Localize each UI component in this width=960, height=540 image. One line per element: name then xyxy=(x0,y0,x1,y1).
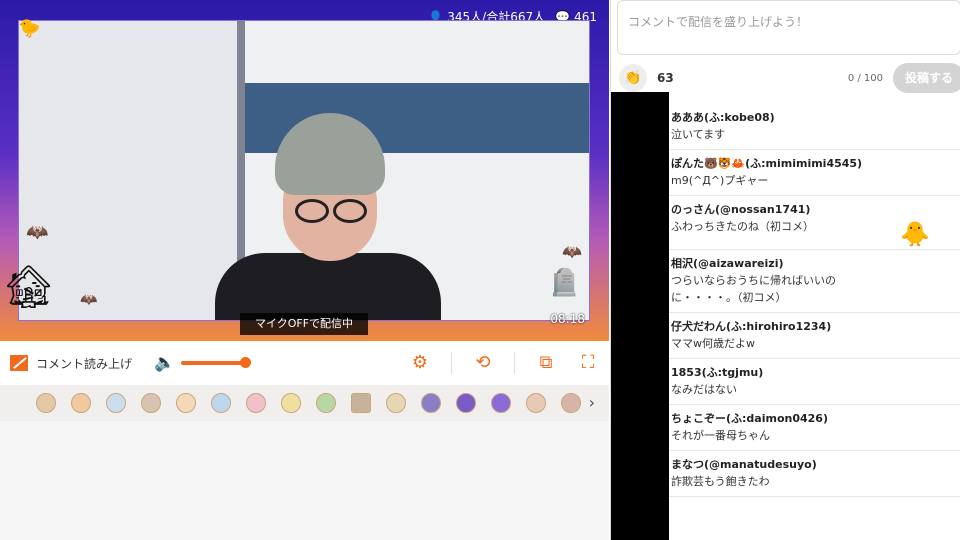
player-controls: コメント読み上げ 🔈 ⚙ ⟲ ⧉ ⛶ xyxy=(0,341,609,385)
comment-list: あああ(ふ:kobe08) 泣いてます ぽんた🐻🐯🦀(ふ:mimimimi454… xyxy=(669,104,960,497)
gift-item[interactable] xyxy=(211,393,231,413)
clap-icon[interactable]: 👏 xyxy=(619,64,647,92)
comment-text: それが一番母ちゃん xyxy=(671,429,770,442)
gift-item[interactable] xyxy=(526,393,546,413)
post-row: 👏 63 0 / 100 投稿する xyxy=(611,60,960,96)
gift-item[interactable] xyxy=(386,393,406,413)
clap-count: 63 xyxy=(657,71,674,85)
read-aloud-label: コメント読み上げ xyxy=(36,356,133,371)
gift-item[interactable] xyxy=(36,393,56,413)
comment-item: あああ(ふ:kobe08) 泣いてます xyxy=(669,104,960,150)
comment-item: ちょこぞー(ふ:daimon0426) それが一番母ちゃん xyxy=(669,405,960,451)
read-aloud-off-icon xyxy=(10,355,28,371)
comment-input[interactable]: コメントで配信を盛り上げよう！ xyxy=(617,0,960,55)
video-area[interactable] xyxy=(18,20,590,321)
comment-author[interactable]: ちょこぞー(ふ:daimon0426) xyxy=(671,411,960,427)
comment-author[interactable]: のっさん(@nossan1741) xyxy=(671,202,960,218)
gift-item[interactable] xyxy=(561,393,581,413)
gift-item[interactable] xyxy=(421,393,441,413)
bat-icon: 🦇 xyxy=(80,292,98,308)
streamer-image xyxy=(215,113,441,320)
read-aloud-toggle[interactable]: コメント読み上げ xyxy=(10,355,132,372)
comment-text: ママw何歳だよw xyxy=(671,337,755,350)
comment-text: m9(^Д^)プギャー xyxy=(671,174,769,187)
stream-player-frame: 👤 345人/合計667人 💬 461 🐤 🦇 🏚 🦇 🦇 🪦 マイクOFFで配… xyxy=(0,0,609,341)
below-player-area xyxy=(0,421,609,540)
fullscreen-icon[interactable]: ⛶ xyxy=(577,352,599,374)
haunted-house-icon: 🏚 xyxy=(2,262,56,311)
settings-icon[interactable]: ⚙ xyxy=(409,352,431,374)
comment-item: 1853(ふ:tgjmu) なみだはない xyxy=(669,359,960,405)
comment-text: 詐欺芸もう飽きたわ xyxy=(671,475,770,488)
volume-slider[interactable] xyxy=(181,357,252,368)
gift-stamp-row: › xyxy=(0,385,609,421)
gift-item[interactable] xyxy=(351,393,371,413)
gift-item[interactable] xyxy=(316,393,336,413)
gift-item[interactable] xyxy=(106,393,126,413)
comment-text: 泣いてます xyxy=(671,128,726,141)
gift-item[interactable] xyxy=(491,393,511,413)
gift-item[interactable] xyxy=(281,393,301,413)
comment-text: つらいならおうちに帰ればいいのに・・・・。（初コメ） xyxy=(671,274,836,304)
gift-item[interactable] xyxy=(246,393,266,413)
comment-author[interactable]: あああ(ふ:kobe08) xyxy=(671,110,960,126)
comment-author[interactable]: ぽんた🐻🐯🦀(ふ:mimimimi4545) xyxy=(671,156,960,172)
rotate-icon[interactable]: ⟲ xyxy=(472,352,494,374)
popout-icon[interactable]: ⧉ xyxy=(535,352,557,374)
video-time: 08:18 xyxy=(550,312,585,326)
comment-panel: コメントで配信を盛り上げよう！ 👏 63 0 / 100 投稿する あああ(ふ:… xyxy=(610,0,960,540)
bat-icon: 🦇 xyxy=(562,242,582,261)
comment-item: ぽんた🐻🐯🦀(ふ:mimimimi4545) m9(^Д^)プギャー xyxy=(669,150,960,196)
chick-icon: 🐤 xyxy=(18,18,41,39)
comment-item: 仔犬だわん(ふ:hirohiro1234) ママw何歳だよw xyxy=(669,313,960,359)
comment-author[interactable]: 相沢(@aizawareizi) xyxy=(671,256,960,272)
comment-item: 相沢(@aizawareizi) つらいならおうちに帰ればいいのに・・・・。（初… xyxy=(669,250,960,313)
gravestone-icon: 🪦 xyxy=(548,268,581,298)
comment-input-placeholder: コメントで配信を盛り上げよう！ xyxy=(628,15,809,29)
gift-item[interactable] xyxy=(176,393,196,413)
chevron-right-icon[interactable]: › xyxy=(589,393,595,412)
speaker-icon[interactable]: 🔈 xyxy=(154,353,175,373)
volume-slider-knob[interactable] xyxy=(240,357,252,368)
comment-author[interactable]: まなつ(@manatudesuyo) xyxy=(671,457,960,473)
gift-item[interactable] xyxy=(71,393,91,413)
comment-text: なみだはない xyxy=(671,383,737,396)
comment-item: まなつ(@manatudesuyo) 詐欺芸もう飽きたわ xyxy=(669,451,960,497)
chick-sticker-icon: 🐥 xyxy=(900,220,930,248)
post-button[interactable]: 投稿する xyxy=(893,63,960,93)
bat-icon: 🦇 xyxy=(26,222,49,243)
black-strip xyxy=(611,92,669,540)
volume-control: 🔈 xyxy=(154,353,252,373)
gift-item[interactable] xyxy=(456,393,476,413)
comment-author[interactable]: 1853(ふ:tgjmu) xyxy=(671,365,960,381)
comment-author[interactable]: 仔犬だわん(ふ:hirohiro1234) xyxy=(671,319,960,335)
mic-off-banner: マイクOFFで配信中 xyxy=(240,313,368,335)
gift-item[interactable] xyxy=(141,393,161,413)
char-count: 0 / 100 xyxy=(847,72,883,84)
